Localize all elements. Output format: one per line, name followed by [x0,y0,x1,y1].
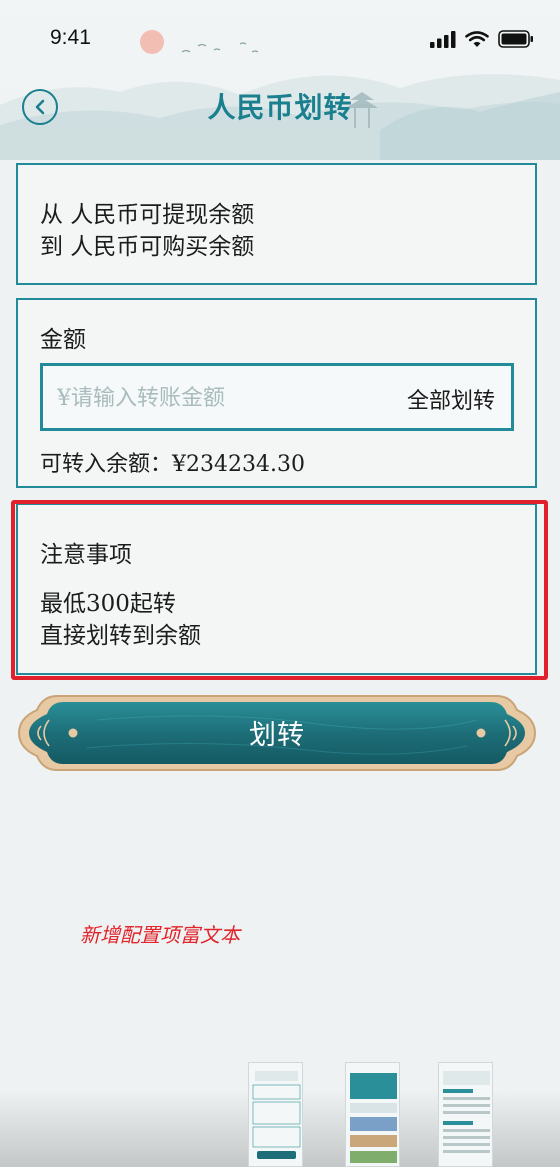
amount-card: 金额 全部划转 可转入余额：¥234234.30 [16,298,537,488]
available-balance: 可转入余额：¥234234.30 [40,452,305,477]
cellular-signal-icon [430,30,456,48]
all-transfer-button[interactable]: 全部划转 [407,383,495,415]
page-thumbnail[interactable] [248,1062,303,1167]
transfer-button-label: 划转 [249,720,305,751]
amount-field-container: 全部划转 [40,363,514,431]
transfer-button[interactable]: 划转 [17,690,537,776]
annotation-highlight-box [11,500,548,680]
from-account-label: 从 人民币可提现余额 [40,202,255,228]
amount-input[interactable] [55,366,379,430]
page-thumbnail[interactable] [438,1062,493,1167]
annotation-note: 新增配置项富文本 [80,923,240,947]
to-account-label: 到 人民币可购买余额 [40,234,255,260]
status-bar: 9:41 [0,0,560,80]
page-thumbnail[interactable] [345,1062,400,1167]
transfer-direction-card: 从 人民币可提现余额 到 人民币可购买余额 [16,163,537,285]
amount-label: 金额 [40,327,86,353]
wifi-icon [465,30,489,47]
page-title: 人民币划转 [207,91,353,124]
status-time: 9:41 [50,26,91,49]
battery-icon [498,30,533,48]
